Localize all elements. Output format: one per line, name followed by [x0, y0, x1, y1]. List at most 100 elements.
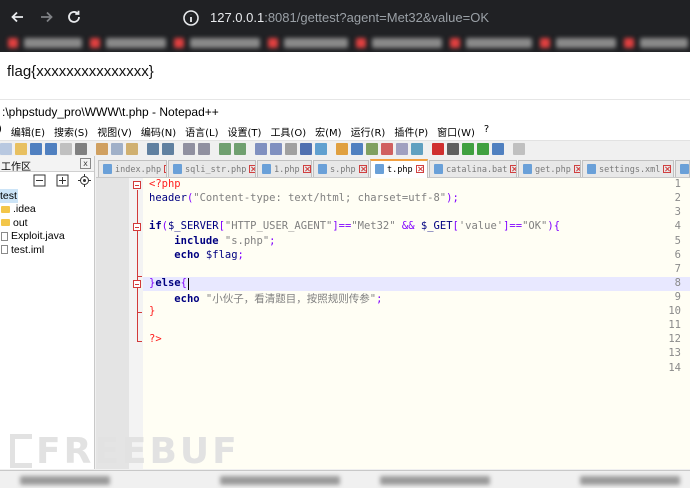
cut-icon[interactable]: [96, 143, 108, 155]
plugin-icon[interactable]: [513, 143, 525, 155]
sync-h-icon[interactable]: [270, 143, 282, 155]
save-all-icon[interactable]: [45, 143, 57, 155]
fold-toggle-icon[interactable]: [133, 223, 141, 231]
tree-folder[interactable]: .idea: [0, 203, 94, 217]
menu-view[interactable]: 视图(V): [93, 122, 137, 140]
menu-run[interactable]: 运行(R): [347, 122, 391, 140]
bookmark-item[interactable]: [450, 38, 460, 48]
expand-all-icon[interactable]: [56, 174, 69, 187]
back-icon[interactable]: [7, 6, 29, 28]
tab-overflow[interactable]: [675, 160, 690, 177]
function-list-icon[interactable]: [366, 143, 378, 155]
save-macro-icon[interactable]: [492, 143, 504, 155]
udl-icon[interactable]: [336, 143, 348, 155]
close-tab-icon[interactable]: [358, 165, 367, 173]
copy-icon[interactable]: [111, 143, 123, 155]
menu-help[interactable]: ?: [480, 122, 494, 140]
bookmark-item[interactable]: [284, 38, 348, 48]
tab-sqli-str-php[interactable]: sqli_str.php: [168, 160, 256, 177]
code-keyword: include: [174, 235, 219, 247]
open-file-icon[interactable]: [15, 143, 27, 155]
zoom-out-icon[interactable]: [234, 143, 246, 155]
line-number: 11: [668, 319, 681, 331]
tab-s-php[interactable]: s.php: [313, 160, 369, 177]
menu-edit[interactable]: 编辑(E): [7, 122, 50, 140]
bookmark-item[interactable]: [90, 38, 100, 48]
menu-plugins[interactable]: 插件(P): [390, 122, 433, 140]
close-tab-icon[interactable]: [249, 165, 255, 173]
bookmark-item[interactable]: [624, 38, 634, 48]
show-all-chars-icon[interactable]: [300, 143, 312, 155]
indent-guide-icon[interactable]: [315, 143, 327, 155]
site-info-icon[interactable]: [182, 9, 200, 27]
menu-macro[interactable]: 宏(M): [311, 122, 346, 140]
forward-icon[interactable]: [35, 6, 57, 28]
address-bar[interactable]: 127.0.0.1:8081/gettest?agent=Met32&value…: [174, 4, 690, 31]
menu-search[interactable]: 搜索(S): [50, 122, 93, 140]
bookmark-item[interactable]: [174, 38, 184, 48]
menu-encoding[interactable]: 编码(N): [137, 122, 181, 140]
bookmark-item[interactable]: [556, 38, 616, 48]
bookmark-item[interactable]: [640, 38, 688, 48]
tree-folder[interactable]: out: [0, 216, 94, 230]
menu-language[interactable]: 语言(L): [181, 122, 223, 140]
tab-get-php[interactable]: get.php: [518, 160, 581, 177]
paste-icon[interactable]: [126, 143, 138, 155]
folder-workspace-icon[interactable]: [381, 143, 393, 155]
fold-toggle-icon[interactable]: [133, 280, 141, 288]
close-tab-icon[interactable]: [573, 165, 580, 173]
record-macro-icon[interactable]: [432, 143, 444, 155]
redo-icon[interactable]: [162, 143, 174, 155]
locate-file-icon[interactable]: [78, 174, 91, 187]
tree-file[interactable]: Exploit.java: [0, 230, 94, 244]
close-tab-icon[interactable]: [164, 165, 166, 173]
bookmark-item[interactable]: [8, 38, 18, 48]
url-text[interactable]: 127.0.0.1:8081/gettest?agent=Met32&value…: [210, 10, 489, 25]
tree-file[interactable]: test.iml: [0, 243, 94, 257]
monitoring-icon[interactable]: [396, 143, 408, 155]
word-wrap-icon[interactable]: [285, 143, 297, 155]
print-icon[interactable]: [75, 143, 87, 155]
menu-file[interactable]: ): [0, 122, 7, 140]
bookmark-item[interactable]: [372, 38, 442, 48]
bookmark-item[interactable]: [356, 38, 366, 48]
bookmark-item[interactable]: [466, 38, 532, 48]
bookmark-item[interactable]: [106, 38, 166, 48]
new-file-icon[interactable]: [0, 143, 12, 155]
tree-root[interactable]: test: [0, 189, 18, 203]
bookmark-item[interactable]: [190, 38, 260, 48]
tab-index-php[interactable]: index.php: [98, 160, 167, 177]
undo-icon[interactable]: [147, 143, 159, 155]
tab-settings-xml[interactable]: settings.xml: [582, 160, 674, 177]
find-icon[interactable]: [183, 143, 195, 155]
close-tab-icon[interactable]: [510, 165, 516, 173]
bookmark-item[interactable]: [268, 38, 278, 48]
replace-icon[interactable]: [198, 143, 210, 155]
reload-icon[interactable]: [63, 6, 85, 28]
tab-1-php[interactable]: 1.php: [257, 160, 312, 177]
panel-close-button[interactable]: x: [80, 158, 91, 169]
play-macro-icon[interactable]: [462, 143, 474, 155]
tab-t-php[interactable]: t.php: [370, 159, 428, 178]
fold-toggle-icon[interactable]: [133, 181, 141, 189]
close-tab-icon[interactable]: [415, 165, 424, 173]
code-editor[interactable]: 1 2 3 4 5 6 7 8 9 10 11 12 13 14 <?php h…: [96, 178, 690, 469]
close-tab-icon[interactable]: [302, 165, 311, 173]
close-file-icon[interactable]: [60, 143, 72, 155]
menu-tools[interactable]: 工具(O): [266, 122, 311, 140]
menu-settings[interactable]: 设置(T): [224, 122, 267, 140]
stop-macro-icon[interactable]: [447, 143, 459, 155]
run-macro-multiple-icon[interactable]: [477, 143, 489, 155]
eye-icon[interactable]: [411, 143, 423, 155]
tab-label: catalina.bat: [446, 165, 508, 175]
zoom-in-icon[interactable]: [219, 143, 231, 155]
save-icon[interactable]: [30, 143, 42, 155]
bookmark-item[interactable]: [24, 38, 82, 48]
tab-catalina-bat[interactable]: catalina.bat: [429, 160, 517, 177]
menu-window[interactable]: 窗口(W): [433, 122, 480, 140]
collapse-all-icon[interactable]: [33, 174, 46, 187]
sync-v-icon[interactable]: [255, 143, 267, 155]
doc-map-icon[interactable]: [351, 143, 363, 155]
bookmark-item[interactable]: [540, 38, 550, 48]
close-tab-icon[interactable]: [663, 165, 672, 173]
